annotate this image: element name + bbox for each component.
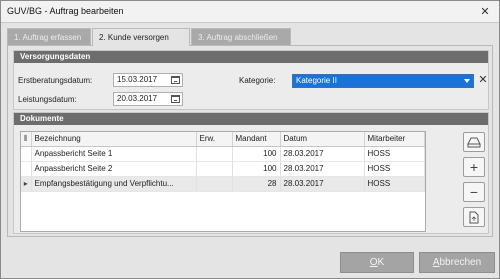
leistungsdatum-label: Leistungsdatum:	[18, 95, 77, 104]
calendar-icon[interactable]	[171, 95, 180, 103]
row-indicator-header: ⦀	[21, 132, 32, 147]
cancel-label-rest: bbrechen	[439, 257, 482, 268]
kategorie-select[interactable]: Kategorie II	[292, 74, 474, 88]
ok-mnemonic: O	[369, 257, 378, 268]
ok-label-rest: K	[377, 257, 385, 268]
kategorie-label: Kategorie:	[239, 76, 276, 85]
erstberatungsdatum-label: Erstberatungsdatum:	[18, 76, 93, 85]
table-row[interactable]: Anpassbericht Seite 2 100 28.03.2017 HOS…	[21, 161, 425, 177]
title-bar[interactable]: GUV/BG - Auftrag bearbeiten ✕	[1, 1, 499, 23]
erstberatungsdatum-value: 15.03.2017	[117, 75, 158, 84]
cell-mandant: 100	[232, 146, 281, 162]
dokumente-table[interactable]: ⦀ Bezeichnung Erw. Mandant Datum Mitarbe…	[20, 131, 426, 232]
scan-icon	[467, 137, 481, 148]
column-header-datum[interactable]: Datum	[280, 132, 365, 147]
clear-icon[interactable]: ✕	[478, 73, 488, 87]
column-header-erw[interactable]: Erw.	[196, 132, 233, 147]
cell-bezeichnung: Anpassbericht Seite 2	[31, 161, 197, 177]
close-icon[interactable]: ✕	[477, 4, 493, 20]
add-document-button[interactable]: +	[463, 157, 485, 177]
tab-kunde-versorgen[interactable]: 2. Kunde versorgen	[92, 28, 190, 46]
column-header-mitarbeiter[interactable]: Mitarbeiter	[364, 132, 425, 147]
cell-bezeichnung: Empfangsbestätigung und Verpflichtu...	[31, 176, 197, 192]
row-indicator	[21, 161, 32, 177]
scan-button[interactable]	[463, 132, 485, 152]
cell-erw	[196, 161, 233, 177]
cell-erw	[196, 146, 233, 162]
cell-mandant: 28	[232, 176, 281, 192]
cell-erw	[196, 176, 233, 192]
window-title: GUV/BG - Auftrag bearbeiten	[7, 6, 124, 16]
cell-mandant: 100	[232, 161, 281, 177]
current-row-arrow-icon: ▸	[21, 176, 32, 192]
table-header-row: ⦀ Bezeichnung Erw. Mandant Datum Mitarbe…	[21, 132, 425, 147]
cell-datum: 28.03.2017	[280, 146, 365, 162]
dialog-window: GUV/BG - Auftrag bearbeiten ✕ 1. Auftrag…	[0, 0, 500, 279]
document-button[interactable]	[463, 207, 485, 227]
calendar-icon[interactable]	[171, 76, 180, 84]
table-row[interactable]: ▸ Empfangsbestätigung und Verpflichtu...…	[21, 176, 425, 192]
column-header-mandant[interactable]: Mandant	[232, 132, 281, 147]
kategorie-value: Kategorie II	[296, 76, 337, 85]
cell-mitarbeiter: HOSS	[364, 146, 425, 162]
leistungsdatum-value: 20.03.2017	[117, 94, 158, 103]
dokumente-header: Dokumente	[14, 113, 488, 125]
cell-mitarbeiter: HOSS	[364, 176, 425, 192]
document-icon	[469, 211, 479, 224]
versorgungsdaten-header: Versorgungsdaten	[14, 51, 488, 63]
chevron-down-icon[interactable]	[464, 79, 470, 83]
cell-datum: 28.03.2017	[280, 161, 365, 177]
column-header-bezeichnung[interactable]: Bezeichnung	[31, 132, 197, 147]
versorgungsdaten-group: Versorgungsdaten Erstberatungsdatum: 15.…	[13, 50, 489, 110]
cell-datum: 28.03.2017	[280, 176, 365, 192]
remove-document-button[interactable]: −	[463, 182, 485, 202]
ok-button[interactable]: OK	[340, 252, 414, 273]
row-indicator	[21, 146, 32, 162]
cell-bezeichnung: Anpassbericht Seite 1	[31, 146, 197, 162]
cell-mitarbeiter: HOSS	[364, 161, 425, 177]
table-row[interactable]: Anpassbericht Seite 1 100 28.03.2017 HOS…	[21, 146, 425, 162]
leistungsdatum-field[interactable]: 20.03.2017	[113, 92, 183, 106]
tab-auftrag-erfassen[interactable]: 1. Auftrag erfassen	[7, 28, 91, 45]
erstberatungsdatum-field[interactable]: 15.03.2017	[113, 73, 183, 87]
tab-auftrag-abschliessen[interactable]: 3. Auftrag abschließen	[191, 28, 291, 45]
tab-panel: Versorgungsdaten Erstberatungsdatum: 15.…	[7, 45, 493, 237]
cancel-button[interactable]: Abbrechen	[419, 252, 495, 273]
dokumente-group: Dokumente ⦀ Bezeichnung Erw. Mandant Dat…	[13, 112, 489, 234]
